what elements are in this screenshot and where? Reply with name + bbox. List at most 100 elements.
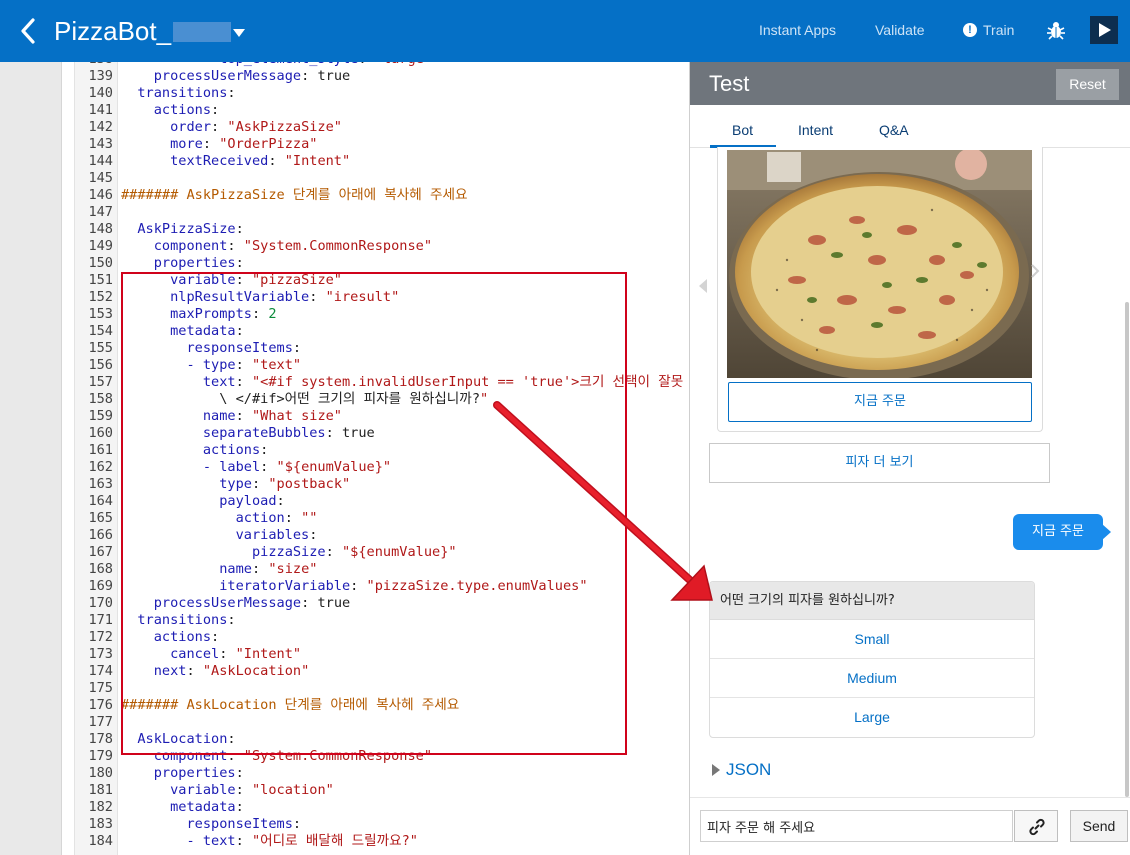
line-code: \ </#if>어떤 크기의 피자를 원하십니까?" xyxy=(121,391,489,407)
send-button[interactable]: Send xyxy=(1070,810,1128,842)
line-code: maxPrompts: 2 xyxy=(170,306,277,322)
link-icon[interactable] xyxy=(1014,810,1058,842)
chat-input-bar: Send xyxy=(690,797,1130,855)
line-number: 165 xyxy=(88,510,113,526)
code-line: 172 actions: xyxy=(74,629,689,646)
line-number: 173 xyxy=(88,646,113,662)
line-number: 142 xyxy=(88,119,113,135)
line-number: 148 xyxy=(88,221,113,237)
train-button[interactable]: ! Train xyxy=(963,22,1014,38)
line-code: properties: xyxy=(153,765,244,781)
expand-triangle-icon xyxy=(712,764,720,776)
code-line: 180 properties: xyxy=(74,765,689,782)
info-icon: ! xyxy=(963,23,977,37)
line-number: 154 xyxy=(88,323,113,339)
line-number: 162 xyxy=(88,459,113,475)
code-line: 167 pizzaSize: "${enumValue}" xyxy=(74,544,689,561)
carousel-next-icon[interactable] xyxy=(1030,263,1040,282)
line-code: pizzaSize: "${enumValue}" xyxy=(251,544,457,560)
code-line: 164 payload: xyxy=(74,493,689,510)
line-number: 161 xyxy=(88,442,113,458)
reset-button[interactable]: Reset xyxy=(1056,69,1119,100)
line-number: 145 xyxy=(88,170,113,186)
test-header: Test Reset xyxy=(690,62,1130,105)
code-line: 162 - label: "${enumValue}" xyxy=(74,459,689,476)
code-line: 149 component: "System.CommonResponse" xyxy=(74,238,689,255)
code-line: 178 AskLocation: xyxy=(74,731,689,748)
tab-bot[interactable]: Bot xyxy=(732,122,753,138)
line-number: 164 xyxy=(88,493,113,509)
line-code: actions: xyxy=(153,102,220,118)
code-line: 163 type: "postback" xyxy=(74,476,689,493)
line-number: 176 xyxy=(88,697,113,713)
line-code: AskPizzaSize: xyxy=(137,221,244,237)
line-code: - text: "어디로 배달해 드릴까요?" xyxy=(186,833,418,849)
line-number: 152 xyxy=(88,289,113,305)
line-code: payload: xyxy=(219,493,285,509)
line-code: AskLocation: xyxy=(137,731,236,747)
line-number: 149 xyxy=(88,238,113,254)
line-code: separateBubbles: true xyxy=(202,425,375,441)
code-line: 148 AskPizzaSize: xyxy=(74,221,689,238)
tab-intent[interactable]: Intent xyxy=(798,122,833,138)
bug-icon[interactable] xyxy=(1045,19,1067,41)
code-editor[interactable]: 138 top_element_style: "large"139 proces… xyxy=(0,62,689,855)
line-number: 143 xyxy=(88,136,113,152)
json-toggle[interactable]: JSON xyxy=(712,760,771,780)
code-line: 152 nlpResultVariable: "iresult" xyxy=(74,289,689,306)
message-input[interactable] xyxy=(700,810,1013,842)
tab-qa[interactable]: Q&A xyxy=(879,122,909,138)
line-code: cancel: "Intent" xyxy=(170,646,302,662)
size-option-medium[interactable]: Medium xyxy=(710,659,1034,698)
validate-link[interactable]: Validate xyxy=(875,22,925,38)
chat-scrollbar[interactable] xyxy=(1125,302,1129,797)
test-tabs: Bot Intent Q&A xyxy=(690,105,1130,148)
line-number: 172 xyxy=(88,629,113,645)
top-bar: PizzaBot_ Instant Apps Validate ! Train xyxy=(0,0,1130,62)
code-line: 161 actions: xyxy=(74,442,689,459)
line-code: processUserMessage: true xyxy=(153,68,351,84)
line-code: actions: xyxy=(202,442,269,458)
line-code: metadata: xyxy=(170,323,244,339)
code-line: 166 variables: xyxy=(74,527,689,544)
line-number: 174 xyxy=(88,663,113,679)
code-line: 168 name: "size" xyxy=(74,561,689,578)
line-number: 159 xyxy=(88,408,113,424)
more-pizza-button[interactable]: 피자 더 보기 xyxy=(709,443,1050,483)
line-number: 153 xyxy=(88,306,113,322)
code-line: 147 xyxy=(74,204,689,221)
code-line: 146 ####### AskPizzaSize 단계를 아래에 복사헤 주세요 xyxy=(74,187,689,204)
test-title: Test xyxy=(709,71,750,96)
chevron-left-icon[interactable] xyxy=(14,14,42,48)
code-line: 170 processUserMessage: true xyxy=(74,595,689,612)
line-number: 155 xyxy=(88,340,113,356)
size-option-small[interactable]: Small xyxy=(710,620,1034,659)
line-code: - type: "text" xyxy=(186,357,302,373)
instant-apps-link[interactable]: Instant Apps xyxy=(759,22,836,38)
line-code: variables: xyxy=(235,527,318,543)
line-number: 171 xyxy=(88,612,113,628)
line-code: component: "System.CommonResponse" xyxy=(153,238,433,254)
line-number: 180 xyxy=(88,765,113,781)
code-line: 144 textReceived: "Intent" xyxy=(74,153,689,170)
code-line: 175 xyxy=(74,680,689,697)
line-code: transitions: xyxy=(137,612,236,628)
carousel-prev-icon[interactable] xyxy=(699,278,707,297)
line-code: ####### AskPizzaSize 단계를 아래에 복사헤 주세요 xyxy=(121,187,468,203)
caret-down-icon[interactable] xyxy=(231,24,247,37)
test-panel: Test Reset Bot Intent Q&A 지금 주문 피자 더 보기 … xyxy=(689,62,1130,855)
size-option-large[interactable]: Large xyxy=(710,698,1034,737)
play-icon[interactable] xyxy=(1090,16,1118,44)
order-now-button[interactable]: 지금 주문 xyxy=(728,382,1032,422)
line-code: more: "OrderPizza" xyxy=(170,136,318,152)
line-number: 182 xyxy=(88,799,113,815)
redacted-name xyxy=(173,22,232,42)
code-line: 174 next: "AskLocation" xyxy=(74,663,689,680)
line-code: component: "System.CommonResponse" xyxy=(153,748,433,764)
code-line: 176 ####### AskLocation 단계를 아래에 복사헤 주세요 xyxy=(74,697,689,714)
line-number: 147 xyxy=(88,204,113,220)
line-code: responseItems: xyxy=(186,816,302,832)
line-code: responseItems: xyxy=(186,340,302,356)
line-number: 157 xyxy=(88,374,113,390)
line-code: transitions: xyxy=(137,85,236,101)
